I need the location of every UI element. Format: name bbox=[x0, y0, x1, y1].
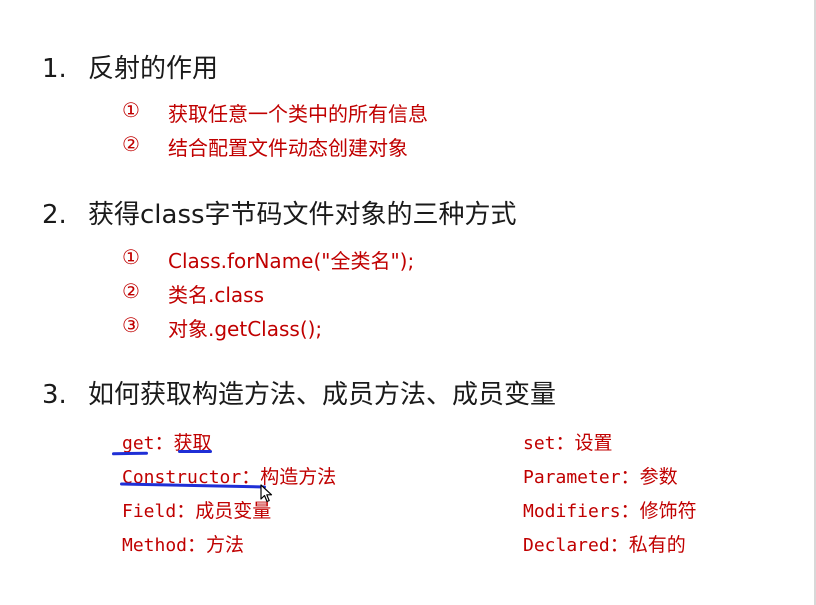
section-1-item-1-text: 获取任意一个类中的所有信息 bbox=[168, 102, 428, 126]
section-2-heading: 2. 获得class字节码文件对象的三种方式 bbox=[42, 194, 517, 231]
term-set-key: set bbox=[523, 433, 556, 454]
term-set: set：设置 bbox=[523, 428, 613, 455]
term-modifiers-value: 修饰符 bbox=[639, 500, 697, 522]
section-2-item-3-marker: ③ bbox=[122, 313, 140, 337]
section-1-item-2-text: 结合配置文件动态创建对象 bbox=[168, 136, 408, 160]
term-method: Method：方法 bbox=[122, 530, 244, 557]
term-parameter-sep: ： bbox=[620, 466, 640, 488]
term-field-sep: ： bbox=[176, 500, 196, 522]
section-2-item-3-text: 对象.getClass(); bbox=[168, 317, 323, 341]
term-get-sep: ： bbox=[154, 432, 174, 454]
term-set-sep: ： bbox=[555, 432, 575, 454]
section-2-title: 获得class字节码文件对象的三种方式 bbox=[88, 200, 517, 230]
term-declared-value: 私有的 bbox=[628, 534, 686, 556]
section-3-heading: 3. 如何获取构造方法、成员方法、成员变量 bbox=[42, 374, 556, 411]
annotation-underline-huoqu bbox=[178, 450, 212, 453]
term-modifiers-key: Modifiers bbox=[523, 501, 621, 522]
term-declared-sep: ： bbox=[609, 534, 629, 556]
term-field: Field：成员变量 bbox=[122, 496, 271, 523]
term-method-key: Method bbox=[122, 535, 188, 556]
section-2-item-1-marker: ① bbox=[122, 245, 140, 269]
section-2-number: 2. bbox=[42, 200, 67, 230]
section-2-item-2-marker: ② bbox=[122, 279, 140, 303]
term-field-key: Field bbox=[122, 501, 177, 522]
section-1-item-1-marker: ① bbox=[122, 98, 140, 122]
section-1-item-2-marker: ② bbox=[122, 132, 140, 156]
section-2-item-2-text: 类名.class bbox=[168, 283, 265, 307]
term-declared-key: Declared bbox=[523, 535, 610, 556]
mouse-pointer-icon bbox=[260, 484, 273, 503]
term-parameter: Parameter：参数 bbox=[523, 462, 678, 489]
term-modifiers: Modifiers：修饰符 bbox=[523, 496, 697, 523]
term-declared: Declared：私有的 bbox=[523, 530, 686, 557]
term-parameter-key: Parameter bbox=[523, 467, 621, 488]
section-3-title: 如何获取构造方法、成员方法、成员变量 bbox=[88, 380, 557, 410]
term-method-sep: ： bbox=[187, 534, 207, 556]
term-set-value: 设置 bbox=[574, 432, 613, 454]
term-parameter-value: 参数 bbox=[639, 466, 678, 488]
section-3-number: 3. bbox=[42, 380, 67, 410]
term-modifiers-sep: ： bbox=[620, 500, 640, 522]
annotation-underline-get bbox=[111, 451, 149, 456]
section-1-number: 1. bbox=[42, 54, 67, 84]
section-1-title: 反射的作用 bbox=[88, 54, 219, 84]
section-2-item-1-text: Class.forName("全类名"); bbox=[168, 249, 415, 273]
section-1-heading: 1. 反射的作用 bbox=[42, 48, 218, 85]
term-method-value: 方法 bbox=[206, 534, 245, 556]
